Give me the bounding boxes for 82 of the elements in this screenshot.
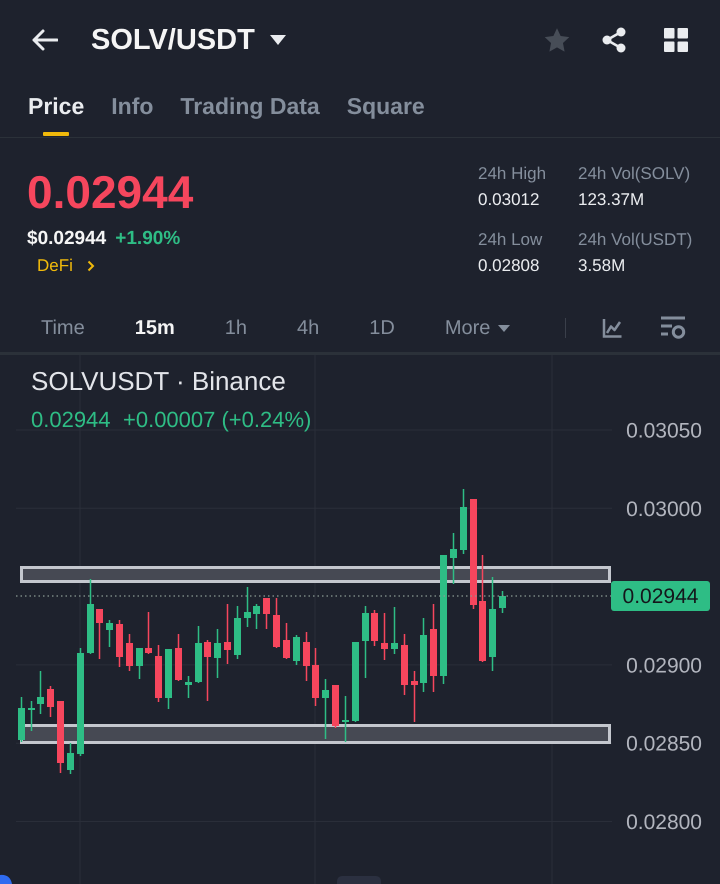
candlestick [401,634,408,695]
candlestick [450,533,457,584]
category-link[interactable]: DeFi [27,255,95,277]
interval-tab[interactable]: Time [41,315,85,341]
ohlc-price: 0.02944 [31,407,111,432]
caret-down-icon [498,324,510,332]
caret-down-icon [270,35,286,45]
candlestick [204,640,211,701]
candlestick [391,607,398,654]
tab[interactable]: Price [28,80,84,137]
candlestick [57,701,64,773]
candlestick [411,671,418,722]
price-axis-label: 0.03000 [626,498,702,521]
candlestick [224,604,231,664]
price-axis-label: 0.02900 [626,654,702,678]
last-price: 0.02944 [27,167,194,217]
stat-value: 0.03012 [478,189,540,211]
candlestick [214,629,221,678]
settings-icon[interactable] [660,316,686,340]
candlestick [362,606,369,678]
chart-title: SOLVUSDT · Binance [31,366,286,396]
stat-label: 24h Vol(SOLV) [578,163,690,185]
candlestick [155,645,162,702]
candlestick [381,613,388,660]
candlestick [253,604,260,629]
candlestick [106,620,113,647]
usd-price: $0.02944 [27,228,106,250]
chevron-right-icon [86,260,95,272]
candlestick [342,696,349,742]
candlestick [96,609,103,659]
back-arrow-icon[interactable] [32,29,58,51]
candlestick [283,623,290,659]
candlestick [195,626,202,683]
stat-value: 123.37M [578,189,644,211]
price-axis-label: 0.02850 [626,732,702,756]
tab[interactable]: Info [111,80,154,137]
interval-tab[interactable]: 4h [296,315,320,341]
candlestick [244,587,251,627]
price-change: +1.90% [115,228,180,250]
pair-selector[interactable]: SOLV/USDT [91,23,286,57]
candlestick [18,697,25,742]
tab[interactable]: Square [346,80,425,137]
stat-label: 24h Low [478,229,542,251]
candlestick [293,635,300,665]
tab[interactable]: Trading Data [180,80,320,137]
candlestick [460,489,467,554]
ohlc-change: +0.00007 (+0.24%) [123,407,312,432]
candlestick [116,620,123,667]
price-axis-label: 0.02800 [626,811,702,834]
candlestick [37,671,44,714]
candlestick [312,648,319,706]
candlestick [126,634,133,671]
candlestick [263,598,270,629]
stat-value: 0.02808 [478,255,540,277]
share-icon[interactable] [602,27,626,53]
candlestick [322,679,329,739]
stat-label: 24h High [478,163,546,185]
last-price-tag: 0.02944 [611,581,710,611]
interval-tab[interactable]: 1D [369,315,395,341]
line-chart-icon[interactable] [602,318,622,338]
candlestick [499,591,506,613]
candlestick [28,701,35,731]
candlestick [371,610,378,646]
candlestick [67,743,74,774]
candlestick [136,648,143,679]
interval-tab[interactable]: 15m [134,315,175,341]
candlestick [234,606,241,659]
candlestick [175,634,182,681]
candlestick [273,598,280,648]
price-axis-label: 0.03050 [626,420,702,442]
interval-tab[interactable]: 1h [224,315,247,341]
stat-value: 3.58M [578,255,626,277]
candlestick [165,649,172,709]
stat-label: 24h Vol(USDT) [578,229,692,251]
candlestick [47,686,54,717]
candlestick [185,676,192,698]
more-menu-button[interactable]: More [444,315,510,341]
candlestick [303,632,310,681]
star-icon[interactable] [543,26,571,54]
candlestick [332,685,339,728]
candlestick [145,612,152,654]
grid-menu-icon[interactable] [664,28,688,52]
